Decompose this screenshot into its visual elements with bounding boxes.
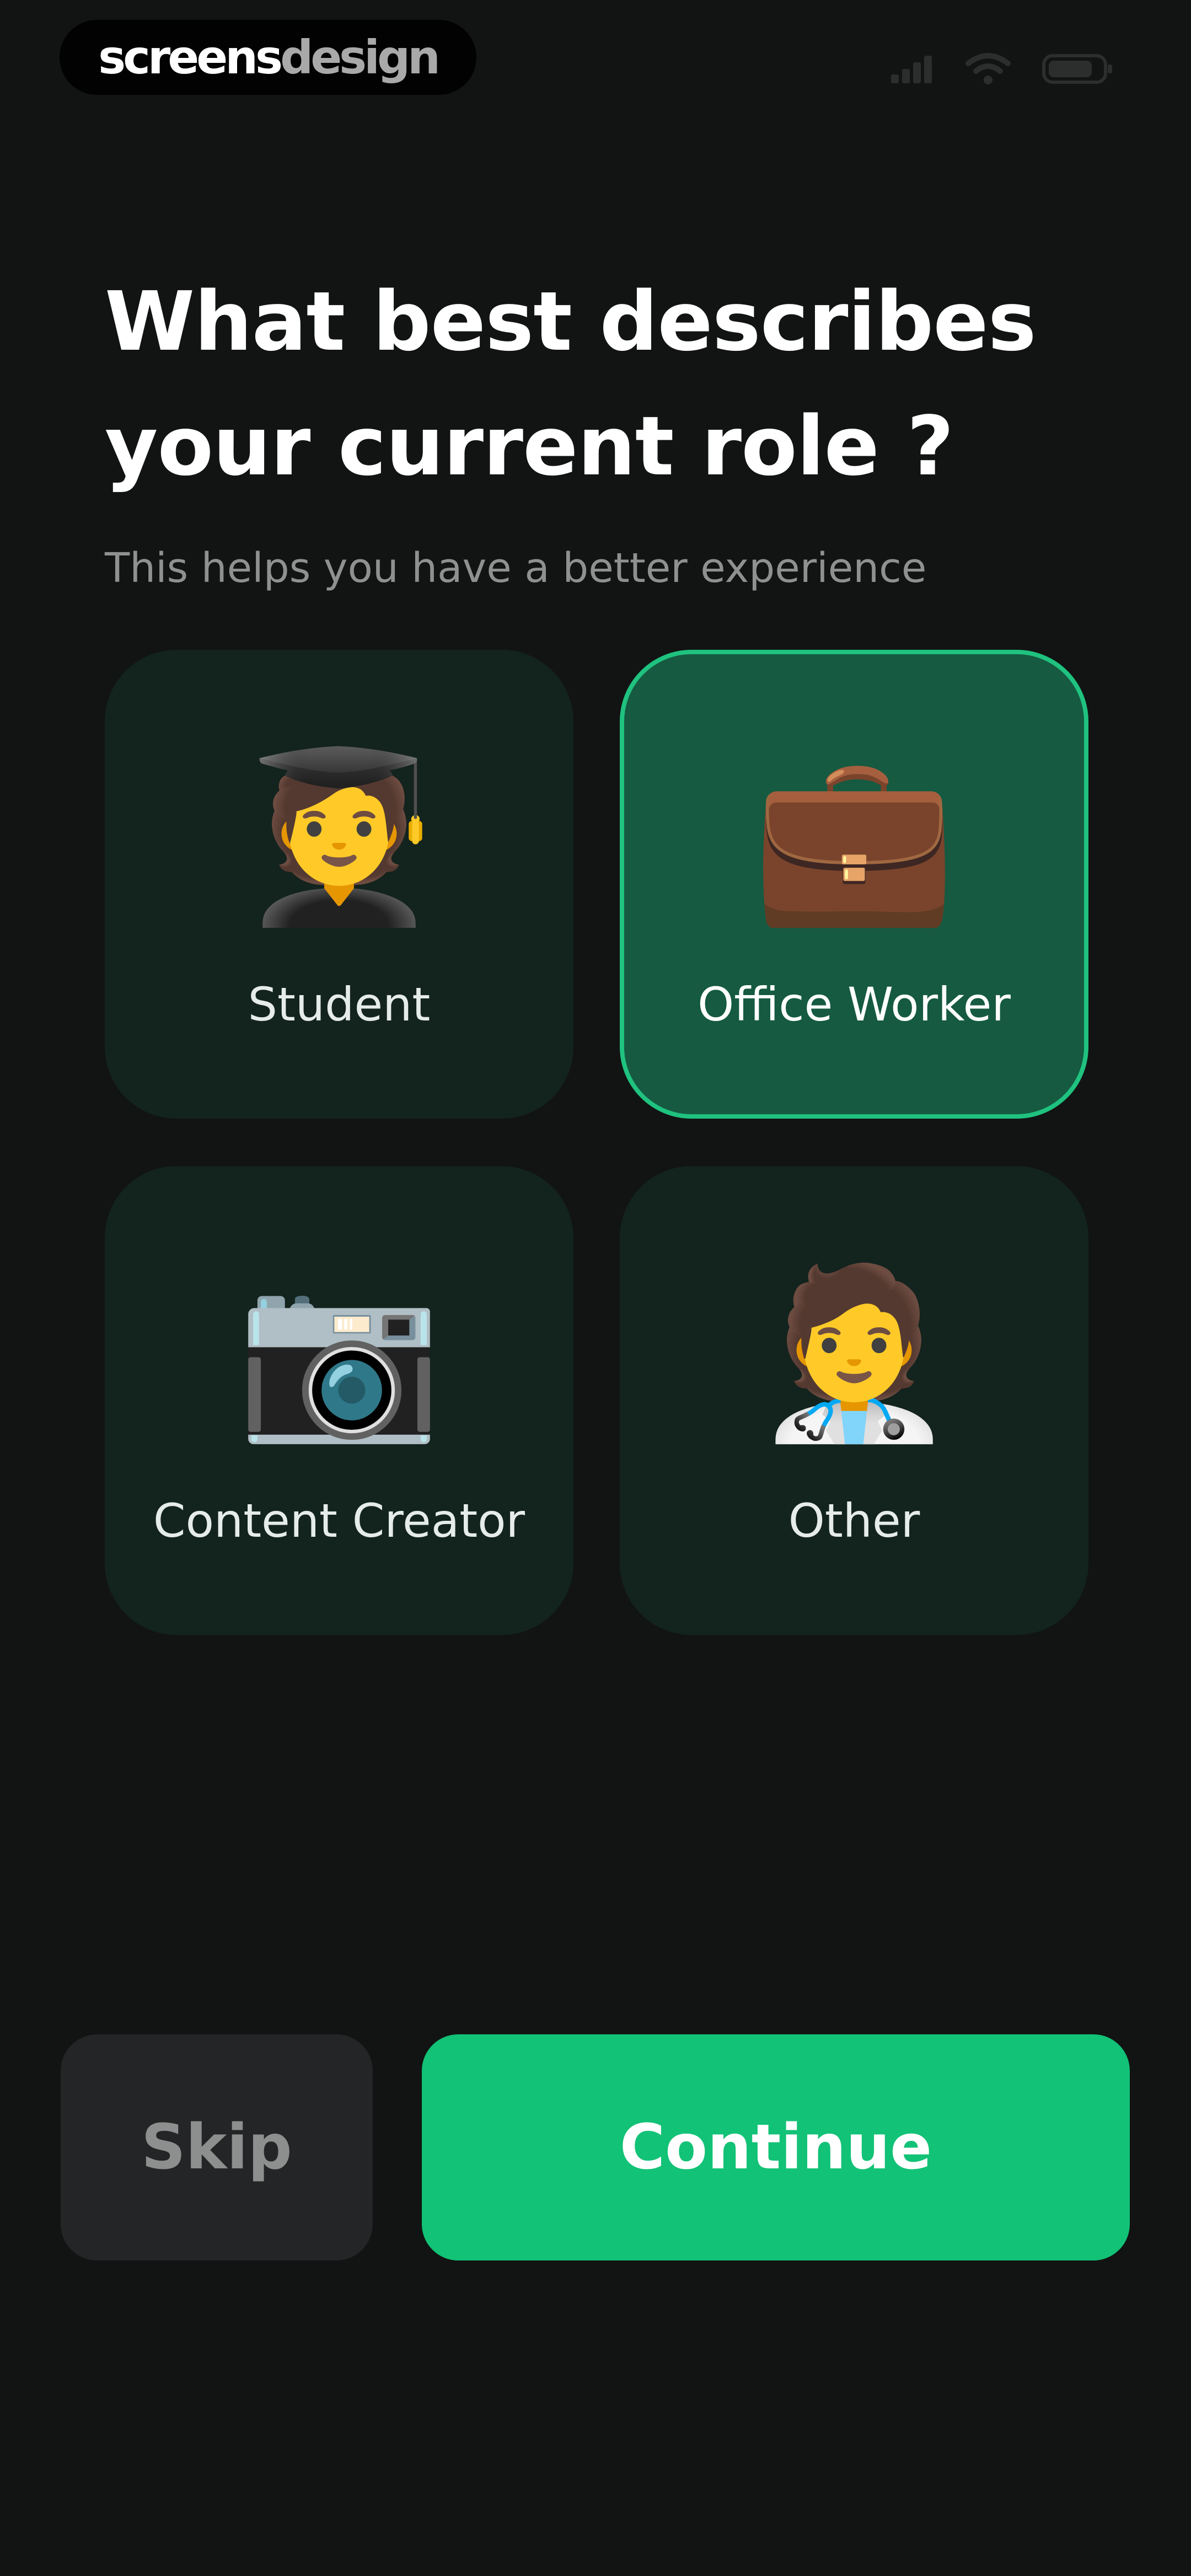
role-option-label: Office Worker [698,977,1011,1032]
role-option-label: Content Creator [153,1494,525,1548]
battery-icon [1042,52,1114,85]
skip-button[interactable]: Skip [61,2034,373,2260]
role-option-student[interactable]: 🧑‍🎓 Student [105,650,573,1119]
onboarding-role-screen: screensdesign What best describes your c… [0,0,1191,2576]
status-bar-icons [890,50,1114,88]
brand-logo-secondary: design [280,30,441,84]
role-option-other[interactable]: 🧑‍⚕️ Other [620,1166,1088,1635]
briefcase-icon: 💼 [751,744,957,929]
cellular-signal-icon [890,54,934,84]
page-subtitle: This helps you have a better experience [105,544,927,592]
page-title-line-1: What best describes [105,274,1037,369]
graduate-icon: 🧑‍🎓 [236,744,442,929]
brand-logo: screensdesign [98,34,441,81]
brand-badge: screensdesign [60,20,476,95]
wifi-icon [965,52,1011,85]
camera-icon: 📷 [236,1260,442,1445]
role-option-label: Other [788,1494,920,1548]
page-title-line-2: your current role ? [105,399,954,494]
brand-logo-primary: screens [98,30,283,84]
role-option-office-worker[interactable]: 💼 Office Worker [620,650,1088,1119]
health-worker-icon: 🧑‍⚕️ [751,1260,957,1445]
role-option-label: Student [248,977,431,1032]
continue-button[interactable]: Continue [422,2034,1130,2260]
role-option-content-creator[interactable]: 📷 Content Creator [105,1166,573,1635]
page-title: What best describes your current role ? [105,259,1125,509]
